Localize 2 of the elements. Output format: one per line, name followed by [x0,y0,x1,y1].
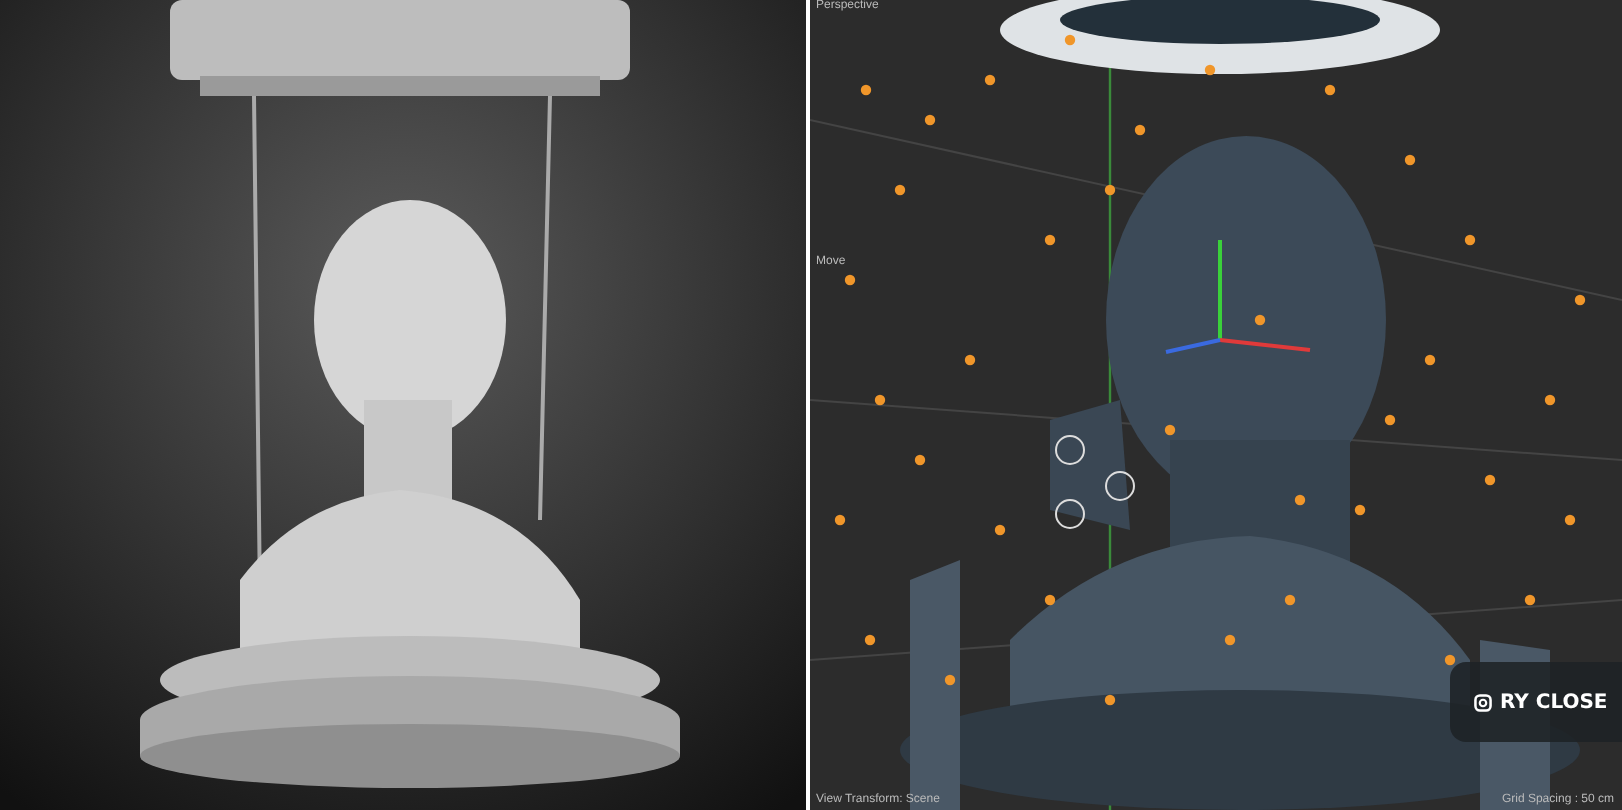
close-button[interactable]: RY CLOSE [1450,662,1622,742]
close-icon [1474,693,1492,711]
